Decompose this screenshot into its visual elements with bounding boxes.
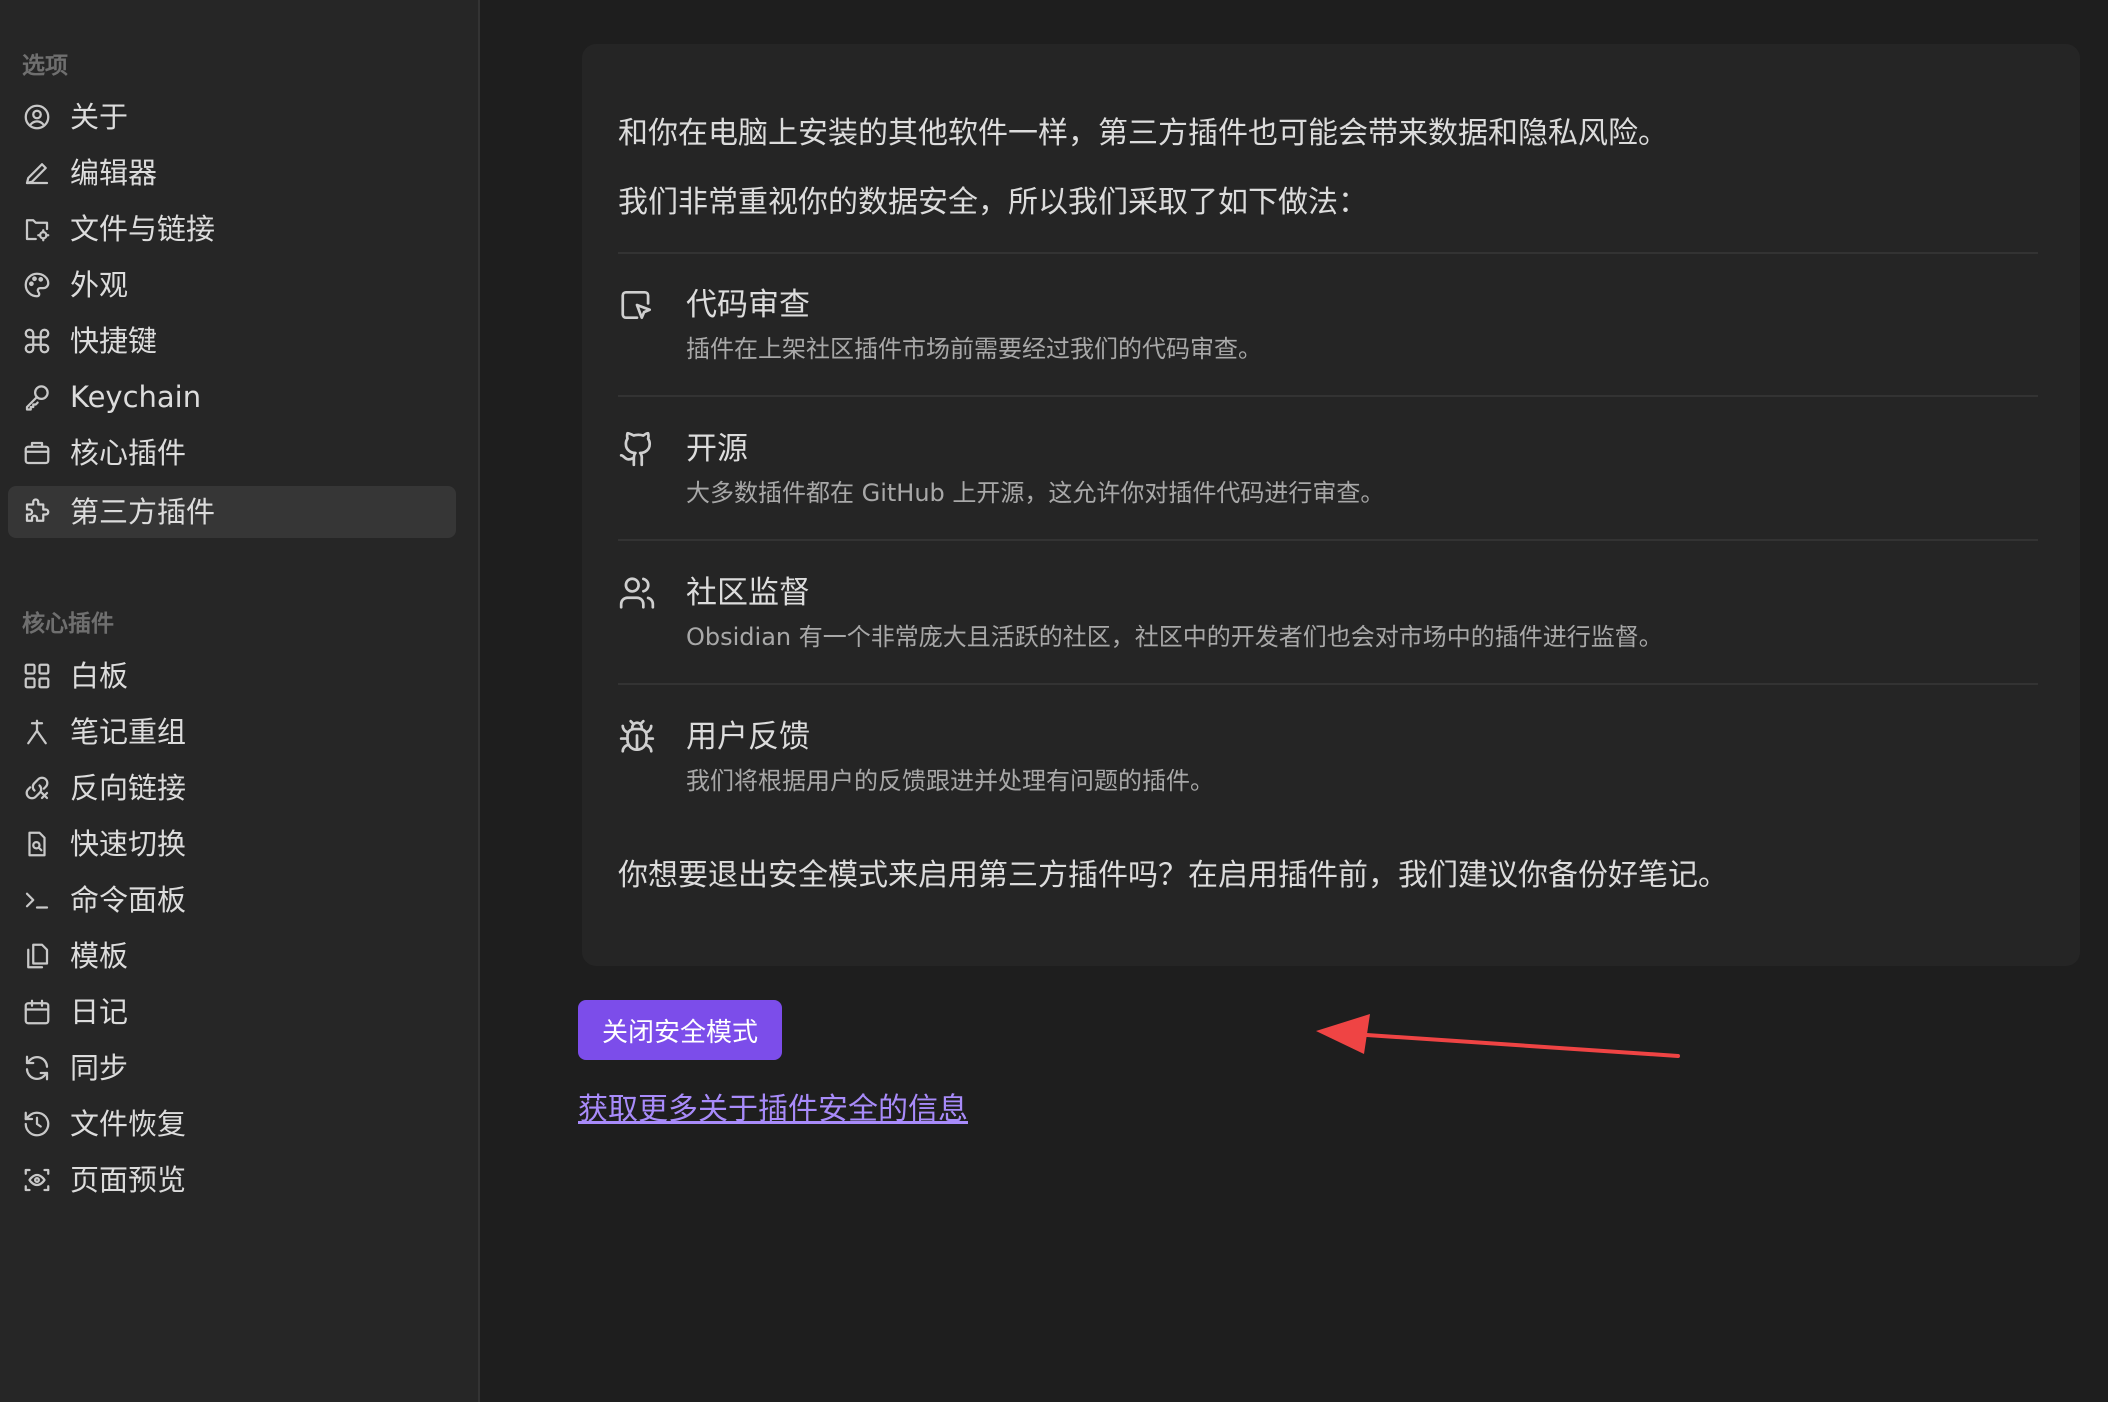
file-search-icon (22, 829, 52, 859)
sidebar-item-about[interactable]: 关于 (8, 91, 456, 143)
sidebar-item-label: 快速切换 (70, 827, 187, 861)
bug-icon (618, 718, 656, 756)
feature-description: 插件在上架社区插件市场前需要经过我们的代码审查。 (686, 335, 1262, 363)
feature-title: 用户反馈 (686, 719, 810, 755)
sidebar-item-label: 页面预览 (70, 1163, 187, 1197)
sidebar-item-label: 外观 (70, 268, 129, 302)
user-circle-icon (22, 102, 52, 132)
history-icon (22, 1109, 52, 1139)
divider (618, 395, 2038, 397)
sidebar-item-sync[interactable]: 同步 (8, 1042, 456, 1094)
sidebar-item-label: 命令面板 (70, 883, 187, 917)
sidebar-item-label: 快捷键 (70, 324, 158, 358)
sidebar-item-note-composer[interactable]: 笔记重组 (8, 706, 456, 758)
sidebar-item-label: 文件与链接 (70, 212, 216, 246)
sidebar-item-page-preview[interactable]: 页面预览 (8, 1154, 456, 1206)
sidebar-item-label: 文件恢复 (70, 1107, 187, 1141)
feature-description: Obsidian 有一个非常庞大且活跃的社区，社区中的开发者们也会对市场中的插件… (686, 623, 1663, 651)
sidebar-item-keychain[interactable]: Keychain (8, 371, 456, 423)
feature-description: 我们将根据用户的反馈跟进并处理有问题的插件。 (686, 767, 1214, 795)
sidebar-item-label: 同步 (70, 1051, 129, 1085)
layout-dashboard-icon (22, 661, 52, 691)
review-icon (618, 286, 656, 324)
divider (618, 683, 2038, 685)
sidebar-item-community-plugins[interactable]: 第三方插件 (8, 486, 456, 538)
safe-mode-question: 你想要退出安全模式来启用第三方插件吗？在启用插件前，我们建议你备份好笔记。 (618, 858, 1728, 893)
files-icon (22, 941, 52, 971)
settings-sidebar: 选项 关于 编辑器 文件与链接 外观 快捷键 Keychain 核心插件 第三方… (0, 0, 480, 1402)
annotation-arrow-icon (1316, 1014, 1680, 1058)
key-icon (22, 382, 52, 412)
palette-icon (22, 270, 52, 300)
sidebar-item-backlinks[interactable]: 反向链接 (8, 762, 456, 814)
sidebar-item-label: 关于 (70, 100, 129, 134)
sidebar-item-quick-switcher[interactable]: 快速切换 (8, 818, 456, 870)
settings-window: 选项 关于 编辑器 文件与链接 外观 快捷键 Keychain 核心插件 第三方… (0, 0, 2108, 1402)
sidebar-item-appearance[interactable]: 外观 (8, 259, 456, 311)
terminal-icon (22, 885, 52, 915)
sidebar-item-daily-notes[interactable]: 日记 (8, 986, 456, 1038)
briefcase-icon (22, 438, 52, 468)
sidebar-item-file-recovery[interactable]: 文件恢复 (8, 1098, 456, 1150)
sidebar-item-label: 笔记重组 (70, 715, 187, 749)
sidebar-item-label: 白板 (70, 659, 129, 693)
merge-icon (22, 717, 52, 747)
puzzle-icon (22, 497, 52, 527)
pencil-icon (22, 158, 52, 188)
sidebar-item-label: 日记 (70, 995, 129, 1029)
feature-title: 代码审查 (686, 287, 810, 323)
feature-title: 社区监督 (686, 575, 810, 611)
feature-description: 大多数插件都在 GitHub 上开源，这允许你对插件代码进行审查。 (686, 479, 1385, 507)
sidebar-item-canvas[interactable]: 白板 (8, 650, 456, 702)
feature-title: 开源 (686, 431, 748, 467)
intro-measures-text: 我们非常重视你的数据安全，所以我们采取了如下做法： (618, 185, 1368, 220)
sidebar-section-options-title: 选项 (22, 53, 68, 79)
sidebar-item-label: 第三方插件 (70, 495, 216, 529)
settings-content: 和你在电脑上安装的其他软件一样，第三方插件也可能会带来数据和隐私风险。 我们非常… (482, 0, 2108, 1402)
turn-off-safe-mode-button[interactable]: 关闭安全模式 (578, 1000, 782, 1060)
sidebar-item-label: 核心插件 (70, 436, 187, 470)
divider (618, 252, 2038, 254)
sidebar-section-core-title: 核心插件 (22, 611, 114, 637)
sidebar-item-label: 反向链接 (70, 771, 187, 805)
sidebar-item-files-links[interactable]: 文件与链接 (8, 203, 456, 255)
refresh-icon (22, 1053, 52, 1083)
sidebar-item-hotkeys[interactable]: 快捷键 (8, 315, 456, 367)
sidebar-item-editor[interactable]: 编辑器 (8, 147, 456, 199)
sidebar-item-templates[interactable]: 模板 (8, 930, 456, 982)
sidebar-item-label: 模板 (70, 939, 129, 973)
sidebar-item-label: 编辑器 (70, 156, 158, 190)
backlink-icon (22, 773, 52, 803)
calendar-icon (22, 997, 52, 1027)
plugin-security-info-link[interactable]: 获取更多关于插件安全的信息 (578, 1090, 968, 1130)
divider (618, 539, 2038, 541)
github-icon (618, 430, 656, 468)
folder-cog-icon (22, 214, 52, 244)
users-icon (618, 574, 656, 612)
intro-risk-text: 和你在电脑上安装的其他软件一样，第三方插件也可能会带来数据和隐私风险。 (618, 116, 1668, 151)
command-icon (22, 326, 52, 356)
sidebar-item-core-plugins[interactable]: 核心插件 (8, 427, 456, 479)
sidebar-item-label: Keychain (70, 380, 202, 414)
scan-eye-icon (22, 1165, 52, 1195)
sidebar-item-command-palette[interactable]: 命令面板 (8, 874, 456, 926)
